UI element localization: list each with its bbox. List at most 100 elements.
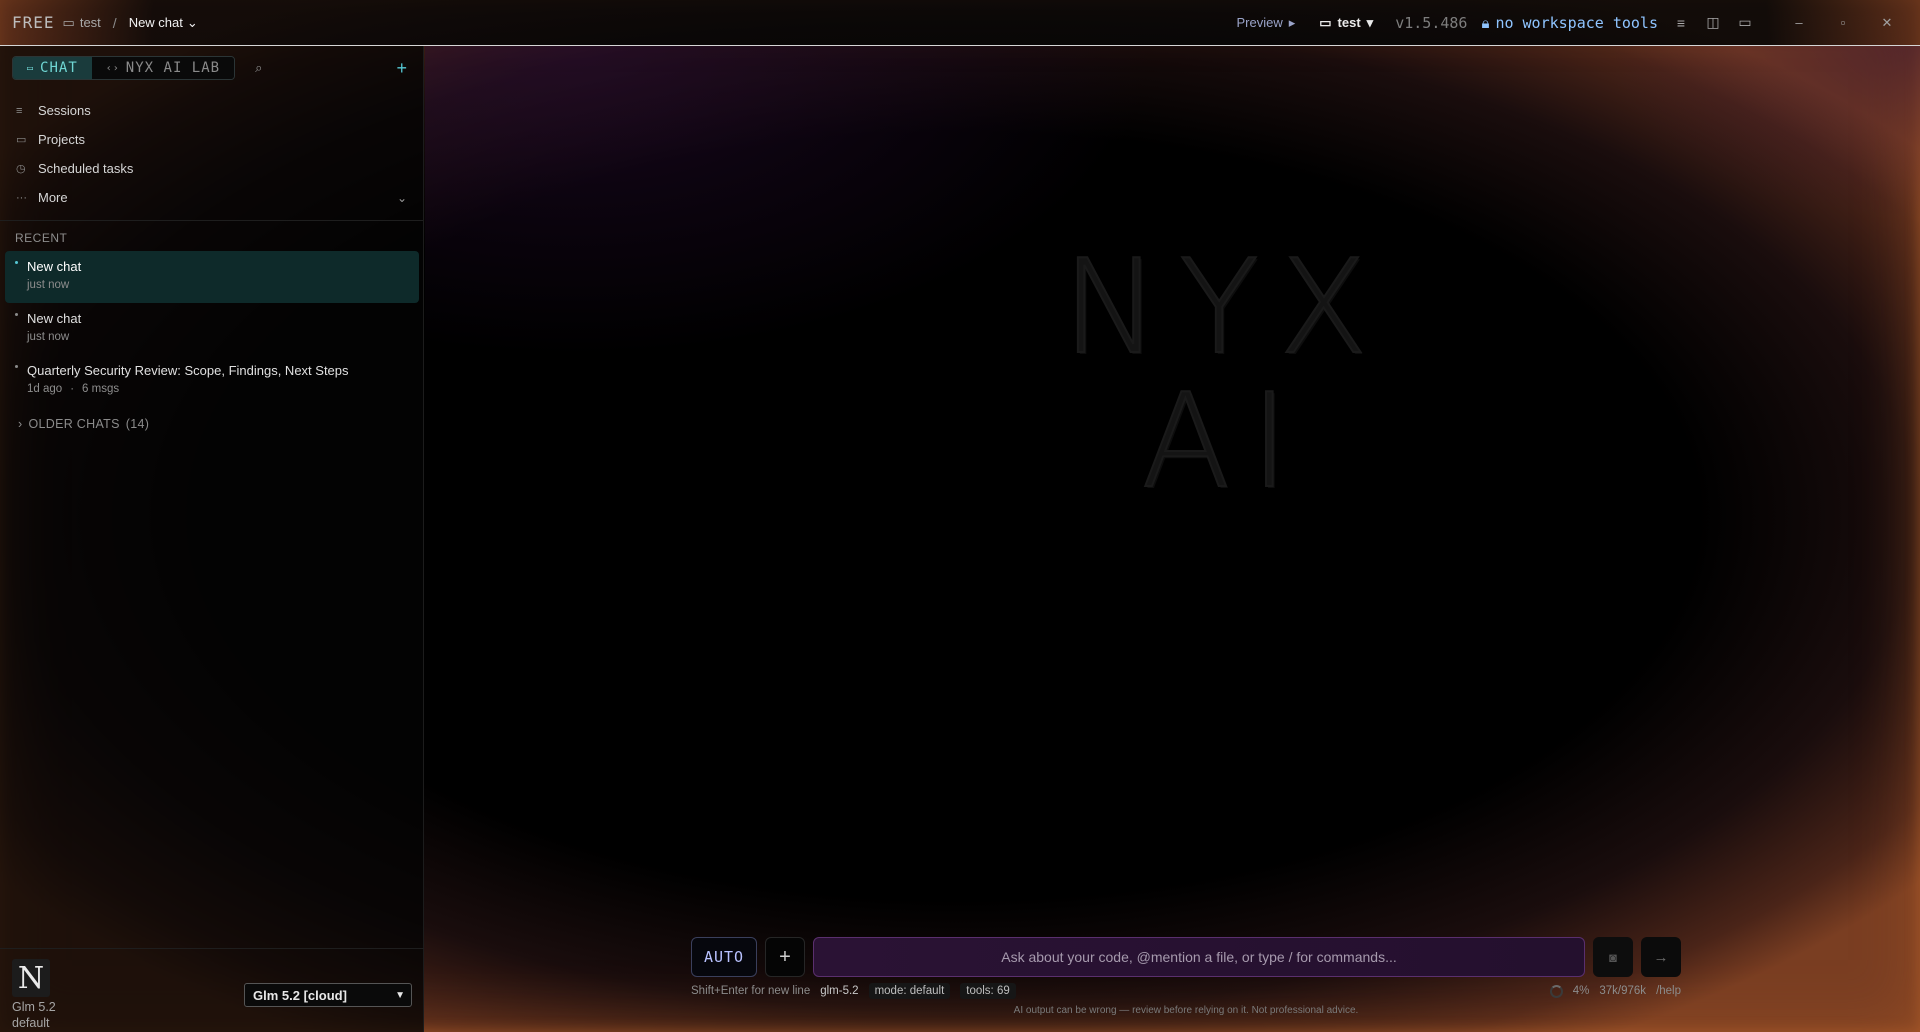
chevron-down-icon: ▼ (395, 989, 405, 1001)
code-icon: ‹› (105, 62, 120, 74)
tools-chip[interactable]: tools: 69 (960, 983, 1016, 999)
sidebar-item-projects[interactable]: ▭ Projects (0, 125, 423, 154)
chat-meta-separator: · (70, 383, 75, 395)
help-link[interactable]: /help (1656, 985, 1681, 997)
plan-label: FREE (12, 13, 55, 32)
chat-title: New chat (27, 311, 82, 326)
model-select-value: Glm 5.2 [cloud] (253, 987, 347, 1003)
chevron-right-icon: › (18, 417, 23, 431)
hero-line-1: NYX (1061, 231, 1388, 383)
send-button[interactable]: → (1641, 937, 1681, 977)
folder-icon: ▭ (16, 134, 27, 146)
chat-dot (15, 313, 18, 316)
screenshot-button[interactable]: ◙ (1593, 937, 1633, 977)
lock-icon: 🔒︎ (1481, 13, 1490, 32)
panel-icon[interactable]: ▭ (1736, 14, 1754, 31)
logo-letter: N (17, 960, 45, 996)
title-bar: FREE ▭ test / New chat ⌄ Preview ▸ ▭ tes… (0, 0, 1920, 46)
workspace-select[interactable]: ▭ test ▾ (1319, 15, 1373, 31)
chat-dot (15, 365, 18, 368)
tools-status-label: no workspace tools (1495, 13, 1658, 32)
chat-title: Quarterly Security Review: Scope, Findin… (27, 363, 349, 378)
model-select[interactable]: Glm 5.2 [cloud] ▼ (244, 983, 412, 1007)
sidebar-footer: N Glm 5.2 default Glm 5.2 [cloud] ▼ (0, 948, 424, 1032)
close-icon[interactable]: ✕ (1872, 15, 1902, 31)
chat-list-item[interactable]: New chat just now (5, 251, 419, 303)
chat-time: just now (27, 331, 70, 343)
sidebar-item-label: Projects (38, 132, 85, 147)
current-chat-dropdown[interactable]: New chat ⌄ (129, 15, 198, 31)
mode-chip[interactable]: mode: default (868, 983, 951, 999)
chat-dot (15, 261, 18, 264)
preview-label: Preview (1236, 15, 1283, 30)
mode-button[interactable]: AUTO (691, 937, 757, 977)
folder-icon: ▭ (62, 14, 75, 30)
breadcrumb-separator: / (112, 14, 117, 31)
tab-chat-label: CHAT (40, 60, 78, 76)
tab-chat[interactable]: ▭ CHAT (13, 57, 92, 79)
chat-input-placeholder: Ask about your code, @mention a file, or… (1001, 949, 1397, 965)
sidebar-nav: ≡ Sessions ▭ Projects ◷ Scheduled tasks … (0, 90, 423, 221)
chat-title: New chat (27, 259, 82, 274)
chat-list-item[interactable]: Quarterly Security Review: Scope, Findin… (5, 355, 419, 407)
chat-msg-count: 6 msgs (82, 383, 120, 395)
menu-icon[interactable]: ≡ (1672, 15, 1690, 31)
list-icon: ≡ (16, 104, 23, 117)
sidebar-toggle-icon[interactable]: ◫ (1704, 14, 1722, 31)
main-area: NYX AI AUTO + Ask about your code, @ment… (425, 46, 1920, 1032)
preview-button[interactable]: Preview ▸ (1236, 15, 1295, 31)
newline-hint: Shift+Enter for new line (691, 985, 811, 997)
context-tokens: 37k/976k (1599, 985, 1647, 997)
hero-line-2: AI (1140, 365, 1309, 517)
folder-icon: ▭ (1319, 14, 1332, 30)
chat-time: just now (27, 279, 70, 291)
workspace-select-label: test (1337, 15, 1361, 30)
hero-logo: NYX AI (985, 231, 1465, 517)
sidebar-item-scheduled-tasks[interactable]: ◷ Scheduled tasks (0, 154, 423, 183)
status-model: glm-5.2 (820, 985, 859, 997)
clock-icon: ◷ (16, 163, 26, 175)
arrow-right-icon: → (1653, 948, 1669, 966)
current-chat-title: New chat (128, 15, 183, 30)
composer: AUTO + Ask about your code, @mention a f… (691, 936, 1681, 978)
chevron-down-icon: ⌄ (396, 190, 407, 205)
sidebar-item-label: Sessions (38, 103, 91, 118)
sidebar-item-label: More (38, 190, 68, 205)
new-chat-button[interactable]: + (396, 58, 411, 79)
model-logo: N (12, 959, 50, 997)
workspace-name: test (79, 15, 101, 30)
attach-button[interactable]: + (765, 937, 805, 977)
maximize-icon[interactable]: ▫ (1828, 15, 1858, 30)
workspace-tools-status[interactable]: 🔒︎ no workspace tools (1481, 14, 1658, 32)
search-icon[interactable]: ⌕ (255, 60, 262, 76)
sidebar-tabs: ▭ CHAT ‹› NYX AI LAB (12, 56, 236, 80)
caret-down-icon: ▾ (1366, 14, 1374, 30)
chat-list-item[interactable]: New chat just now (5, 303, 419, 355)
ellipsis-icon: ··· (16, 191, 27, 204)
sidebar-item-more[interactable]: ··· More ⌄ (0, 183, 423, 212)
workspace-breadcrumb[interactable]: ▭ test (63, 15, 101, 31)
model-profile: default (12, 1016, 50, 1030)
older-chats-label: OLDER CHATS (28, 417, 120, 431)
context-ring-icon (1549, 984, 1563, 998)
chat-time: 1d ago (27, 383, 63, 395)
recent-heading: RECENT (15, 231, 68, 245)
older-chats-toggle[interactable]: › OLDER CHATS (14) (0, 407, 423, 441)
sidebar: ▭ CHAT ‹› NYX AI LAB ⌕ + ≡ Sessions ▭ Pr… (0, 46, 424, 1032)
model-name: Glm 5.2 (12, 1000, 56, 1014)
plus-icon: + (779, 945, 791, 968)
model-info: Glm 5.2 default (12, 999, 56, 1031)
version-label: v1.5.486 (1395, 13, 1468, 32)
chat-bubble-icon: ▭ (27, 62, 35, 74)
tab-nyx-ai-lab[interactable]: ‹› NYX AI LAB (91, 57, 235, 79)
chat-input[interactable]: Ask about your code, @mention a file, or… (813, 937, 1585, 977)
minimize-icon[interactable]: – (1784, 15, 1814, 30)
sidebar-item-sessions[interactable]: ≡ Sessions (0, 96, 423, 125)
status-bar: Shift+Enter for new line glm-5.2 mode: d… (691, 982, 1681, 1000)
chevron-down-icon: ⌄ (186, 14, 198, 30)
tab-lab-label: NYX AI LAB (125, 60, 221, 76)
older-chats-count: (14) (125, 417, 150, 431)
camera-icon: ◙ (1609, 949, 1617, 965)
play-icon: ▸ (1288, 14, 1296, 30)
disclaimer: AI output can be wrong — review before r… (1013, 1005, 1359, 1016)
